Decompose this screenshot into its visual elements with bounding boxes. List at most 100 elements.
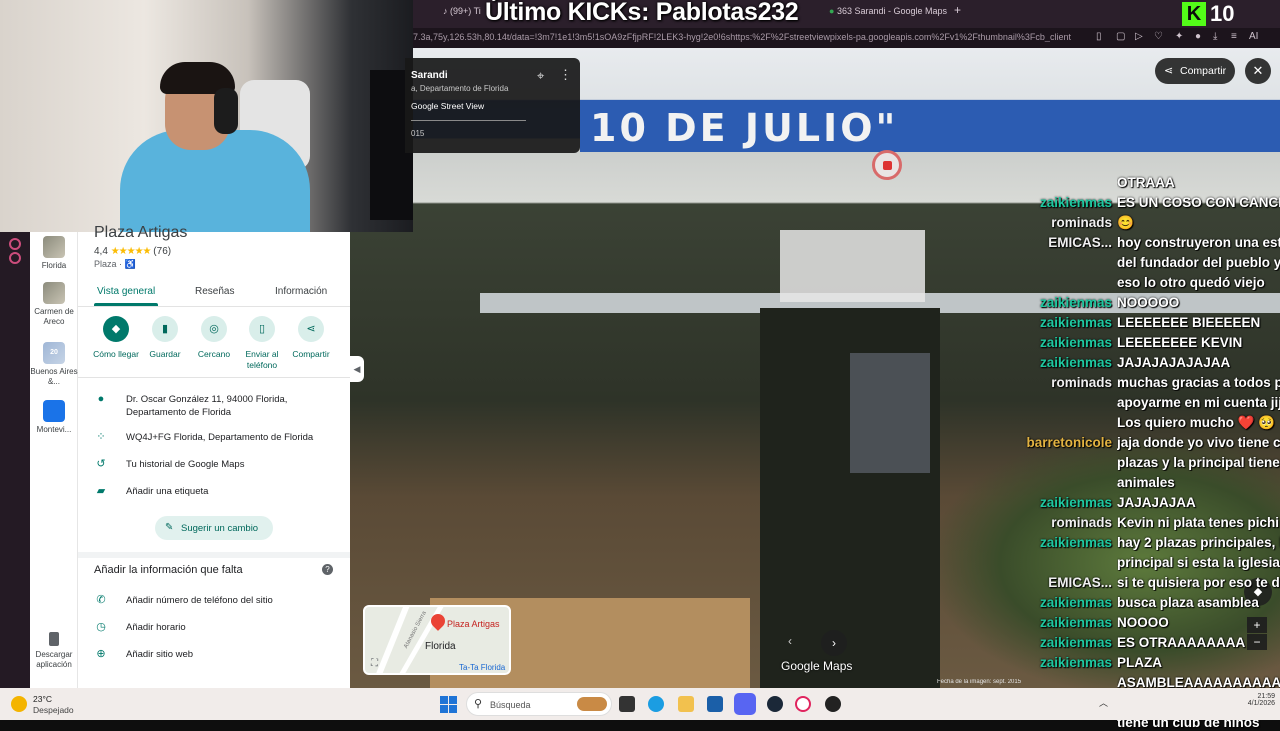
chat-text: JAJAJAJAA (1117, 495, 1196, 510)
tab-reviews[interactable]: Reseñas (195, 286, 234, 297)
map-poi-label: Ta-Ta Florida (459, 663, 506, 672)
chat-username[interactable]: rominads (990, 374, 1112, 391)
edge-icon[interactable] (648, 696, 664, 712)
chat-username[interactable]: rominads (990, 514, 1112, 531)
tab-information[interactable]: Información (275, 286, 327, 297)
chat-username[interactable]: zaikienmas (990, 354, 1112, 371)
share-icon: ⋖ (1164, 65, 1174, 77)
chat-text: LEEEEEEE BIEEEEEN (1117, 315, 1261, 330)
chat-username[interactable]: zaikienmas (990, 494, 1112, 511)
weather-sun-icon[interactable] (11, 696, 27, 712)
system-clock[interactable]: 21:59 4/1/2026 (1230, 693, 1275, 707)
share-button[interactable]: ⋖ Compartir (1155, 58, 1235, 84)
google-maps-logo: Google Maps (781, 659, 853, 673)
menu-icon[interactable]: ≡ (1231, 31, 1237, 42)
more-options-icon[interactable]: ⋮ (559, 67, 572, 83)
windows-start-icon[interactable] (440, 696, 457, 713)
chat-username[interactable]: zaikienmas (990, 634, 1112, 651)
chat-text: jaja donde yo vivo tiene como (1117, 435, 1280, 450)
chat-text: ES UN COSO CON CANCHA (1117, 195, 1280, 210)
url-text: 7.3a,75y,126.53h,80.14t/data=!3m7!1e1!3m… (413, 32, 1071, 42)
steam-icon[interactable] (767, 696, 783, 712)
share-place-button[interactable]: ⋖ Compartir (282, 316, 340, 360)
chat-text: muchas gracias a todos por (1117, 375, 1280, 390)
chat-username[interactable]: zaikienmas (990, 334, 1112, 351)
next-arrow-icon[interactable]: › (821, 630, 847, 656)
bookmark-icon[interactable]: ▯ (1096, 31, 1102, 42)
chat-text: principal si esta la iglesia (1117, 555, 1280, 570)
rating-stars-icon: ★★★★★ (110, 246, 152, 257)
chat-username[interactable]: EMICAS... (990, 574, 1112, 591)
discord-icon[interactable] (734, 693, 756, 715)
location-pin-icon[interactable]: ⌖ (537, 68, 544, 84)
chat-text: PLAZA (1117, 655, 1162, 670)
chat-text: eso lo otro quedó viejo (1117, 275, 1265, 290)
profile-icon[interactable]: ● (1195, 31, 1201, 42)
place-details-panel: Plaza Artigas 4,4 ★★★★★ (76) Plaza · ♿ V… (78, 224, 350, 688)
mini-map[interactable]: Atanasio Sierra Plaza Artigas Florida Ta… (363, 605, 511, 675)
sv-card-title: Sarandi (411, 70, 448, 81)
chat-username[interactable]: zaikienmas (990, 314, 1112, 331)
chat-username[interactable]: zaikienmas (990, 614, 1112, 631)
place-thumbnail (43, 236, 65, 258)
task-view-icon[interactable] (619, 696, 635, 712)
previous-arrow-icon[interactable]: ‹ (788, 634, 792, 648)
chat-username[interactable]: rominads (990, 214, 1112, 231)
map-place-label: Plaza Artigas (447, 619, 500, 629)
phone-icon (49, 632, 59, 646)
play-icon[interactable]: ▷ (1135, 31, 1143, 42)
opera-icon[interactable] (795, 696, 811, 712)
tab-google-maps[interactable]: ● 363 Sarandi - Google Maps (829, 6, 954, 24)
chat-username[interactable]: zaikienmas (990, 294, 1112, 311)
address-bar[interactable]: 7.3a,75y,126.53h,80.14t/data=!3m7!1e1!3m… (413, 28, 1280, 48)
stream-chat-overlay: OTRAAA zaikienmas ES UN COSO CON CANCHA rom… (990, 175, 1280, 730)
tray-chevron-icon[interactable]: ︿ (1099, 696, 1108, 709)
expand-icon[interactable]: ⛶ (371, 658, 378, 669)
saved-place-florida[interactable]: Florida (30, 236, 78, 271)
collapse-panel-button[interactable]: ◀ (350, 356, 364, 382)
place-type: Plaza · ♿ (94, 259, 136, 269)
map-city-label: Florida (425, 641, 456, 652)
chat-text: Los quiero mucho ❤️ 🥺 (1117, 415, 1276, 430)
search-icon: ⚲ (474, 698, 483, 710)
webcam-feed (0, 0, 413, 232)
suggest-edit-button[interactable]: ✎ Sugerir un cambio (155, 516, 273, 540)
ai-icon[interactable]: AI (1249, 31, 1258, 42)
chat-username[interactable]: zaikienmas (990, 534, 1112, 551)
chat-username[interactable]: zaikienmas (990, 194, 1112, 211)
missing-info-heading: Añadir la información que falta (94, 564, 243, 576)
saved-place-carmen[interactable]: Carmen de Areco (30, 282, 78, 327)
chat-username[interactable]: zaikienmas (990, 594, 1112, 611)
chat-text: NOOOO (1117, 615, 1169, 630)
obs-icon[interactable] (825, 696, 841, 712)
saved-place-montevideo[interactable]: Montevi... (30, 400, 78, 435)
place-marker-icon[interactable] (872, 150, 902, 180)
phone-icon: ▯ (249, 316, 275, 342)
saved-places-rail: Florida Carmen de Areco 20 Buenos Aires … (30, 232, 78, 688)
file-explorer-icon[interactable] (678, 696, 694, 712)
rail-circle-icon[interactable] (9, 238, 21, 250)
help-icon[interactable]: ? (322, 564, 333, 575)
extensions-icon[interactable]: ✦ (1175, 31, 1183, 42)
chat-username[interactable]: zaikienmas (990, 654, 1112, 671)
download-app-button[interactable]: Descargar aplicación (30, 632, 78, 670)
new-tab-button[interactable]: + (954, 3, 968, 21)
saved-place-buenos-aires[interactable]: 20 Buenos Aires &... (30, 342, 78, 387)
close-icon[interactable]: ✕ (1245, 58, 1271, 84)
store-icon[interactable] (707, 696, 723, 712)
rail-target-icon[interactable] (9, 252, 21, 264)
label-icon: ▰ (96, 485, 106, 497)
sv-card-subtitle: a, Departamento de Florida (411, 84, 509, 93)
chat-text: NOOOOO (1117, 295, 1180, 310)
heart-icon[interactable]: ♡ (1154, 31, 1163, 42)
place-rating[interactable]: 4,4 ★★★★★ (76) (94, 246, 171, 257)
download-icon[interactable]: ⤓ (1213, 31, 1217, 42)
browser-side-rail (0, 232, 30, 688)
tiktok-icon: ♪ (443, 6, 451, 16)
screenshot-icon[interactable]: ▢ (1116, 31, 1125, 42)
tab-overview[interactable]: Vista general (97, 286, 155, 297)
chat-username[interactable]: EMICAS... (990, 234, 1112, 251)
sv-card-source[interactable]: Google Street View (411, 101, 484, 111)
chat-username[interactable]: barretonicole (990, 434, 1112, 451)
divider (78, 306, 350, 307)
